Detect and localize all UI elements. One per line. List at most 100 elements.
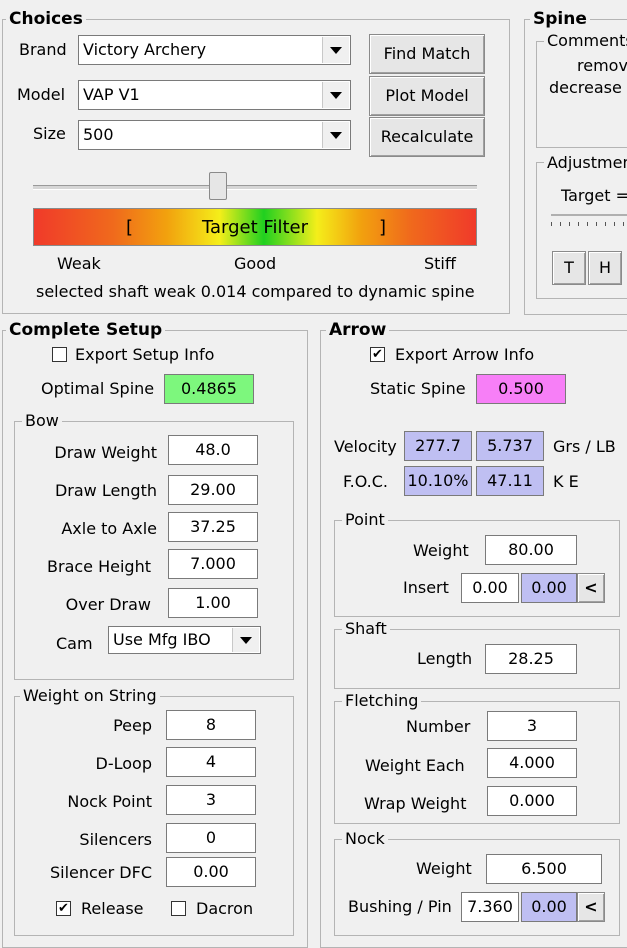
brand-value: Victory Archery: [83, 40, 207, 59]
kinetic-energy-value: 47.11: [476, 466, 544, 496]
brand-label: Brand: [19, 40, 67, 59]
foc-label: F.O.C.: [343, 472, 389, 491]
export-arrow-checkbox[interactable]: ✔: [370, 347, 385, 362]
weak-label: Weak: [57, 254, 101, 273]
model-select[interactable]: VAP V1: [78, 80, 351, 110]
nock-weight-label: Weight: [416, 859, 472, 878]
spine-title: Spine: [530, 10, 590, 28]
h-button[interactable]: H: [588, 251, 622, 285]
insert-input[interactable]: 0.00: [461, 573, 519, 603]
cam-select[interactable]: Use Mfg IBO: [108, 626, 261, 654]
wrap-weight-label: Wrap Weight: [364, 794, 467, 813]
slider-thumb[interactable]: [209, 172, 227, 200]
spine-slider[interactable]: [33, 172, 477, 202]
static-spine-value: 0.500: [476, 374, 566, 404]
axle-to-axle-input[interactable]: 37.25: [168, 512, 258, 542]
grains-per-lb-value: 5.737: [476, 431, 544, 461]
point-weight-input[interactable]: 80.00: [485, 535, 577, 565]
shaft-length-input[interactable]: 28.25: [485, 644, 577, 674]
export-arrow-label: Export Arrow Info: [395, 345, 535, 364]
comments-title: Comments: [544, 32, 627, 50]
silencers-input[interactable]: 0: [166, 823, 256, 853]
foc-value: 10.10%: [404, 466, 472, 496]
comment-line1: remov: [577, 56, 627, 75]
chevron-down-icon[interactable]: [322, 122, 349, 148]
complete-setup-title: Complete Setup: [6, 321, 166, 339]
chevron-down-icon[interactable]: [322, 82, 349, 108]
release-label: Release: [81, 899, 144, 918]
silencer-dfc-input[interactable]: 0.00: [166, 857, 256, 887]
target-filter-label: Target Filter: [202, 217, 308, 238]
t-button[interactable]: T: [552, 251, 586, 285]
optimal-spine-value: 0.4865: [164, 374, 254, 404]
over-draw-input[interactable]: 1.00: [168, 588, 258, 618]
velocity-label: Velocity: [334, 437, 397, 456]
weight-on-string-title: Weight on String: [20, 687, 160, 705]
d-loop-input[interactable]: 4: [166, 747, 256, 777]
adjust-slider-track: [551, 214, 627, 216]
wrap-weight-input[interactable]: 0.000: [487, 786, 577, 816]
model-label: Model: [17, 85, 66, 104]
export-setup-checkbox[interactable]: [52, 347, 67, 362]
silencer-dfc-label: Silencer DFC: [49, 863, 152, 882]
nock-point-input[interactable]: 3: [166, 785, 256, 815]
model-value: VAP V1: [83, 85, 140, 104]
axle-to-axle-label: Axle to Axle: [61, 519, 157, 538]
find-match-button[interactable]: Find Match: [369, 34, 485, 74]
weight-each-label: Weight Each: [365, 756, 465, 775]
slider-track: [33, 185, 477, 190]
stiff-label: Stiff: [424, 254, 456, 273]
silencers-label: Silencers: [79, 830, 152, 849]
dacron-checkbox[interactable]: [171, 901, 186, 916]
dacron-label: Dacron: [196, 899, 254, 918]
fletch-number-input[interactable]: 3: [487, 711, 577, 741]
adjustment-title: Adjustmen: [544, 154, 627, 172]
optimal-spine-label: Optimal Spine: [41, 379, 155, 398]
export-setup-label: Export Setup Info: [75, 345, 215, 364]
plot-model-button[interactable]: Plot Model: [369, 76, 485, 116]
cam-label: Cam: [56, 634, 93, 653]
nock-weight-input[interactable]: 6.500: [486, 854, 602, 884]
size-select[interactable]: 500: [78, 120, 351, 150]
insert-copy-button[interactable]: <: [577, 573, 605, 603]
over-draw-label: Over Draw: [65, 595, 151, 614]
bushing-calc-value: 0.00: [521, 892, 577, 922]
size-value: 500: [83, 125, 114, 144]
peep-label: Peep: [113, 716, 152, 735]
adjust-slider-ticks: [551, 222, 627, 226]
velocity-value: 277.7: [404, 431, 472, 461]
brace-height-label: Brace Height: [47, 557, 151, 576]
peep-input[interactable]: 8: [166, 710, 256, 740]
nock-title: Nock: [342, 830, 388, 848]
bushing-pin-label: Bushing / Pin: [348, 897, 452, 916]
fletch-number-label: Number: [406, 717, 471, 736]
chevron-down-icon[interactable]: [322, 37, 349, 63]
draw-weight-label: Draw Weight: [54, 443, 157, 462]
weight-each-input[interactable]: 4.000: [487, 748, 577, 778]
cam-value: Use Mfg IBO: [113, 630, 211, 649]
static-spine-label: Static Spine: [370, 379, 466, 398]
brace-height-input[interactable]: 7.000: [168, 549, 258, 579]
adjust-slider[interactable]: [551, 212, 627, 232]
bushing-copy-button[interactable]: <: [577, 892, 605, 922]
chevron-down-icon[interactable]: [232, 628, 259, 652]
kinetic-energy-label: K E: [553, 472, 579, 491]
check-icon: ✔: [58, 901, 69, 916]
brand-select[interactable]: Victory Archery: [78, 35, 351, 65]
spine-status-text: selected shaft weak 0.014 compared to dy…: [36, 282, 475, 301]
draw-weight-input[interactable]: 48.0: [168, 435, 258, 465]
nock-point-label: Nock Point: [67, 792, 152, 811]
arrow-title: Arrow: [326, 321, 390, 339]
draw-length-label: Draw Length: [54, 481, 157, 500]
choices-title: Choices: [6, 10, 86, 28]
release-checkbox[interactable]: ✔: [56, 901, 71, 916]
draw-length-input[interactable]: 29.00: [168, 475, 258, 505]
fletching-title: Fletching: [342, 692, 422, 710]
bracket-right: ]: [379, 217, 387, 238]
d-loop-label: D-Loop: [95, 754, 152, 773]
point-title: Point: [342, 511, 388, 529]
recalculate-button[interactable]: Recalculate: [369, 117, 485, 157]
bushing-pin-input[interactable]: 7.360: [461, 892, 519, 922]
good-label: Good: [234, 254, 277, 273]
insert-calc-value: 0.00: [521, 573, 577, 603]
